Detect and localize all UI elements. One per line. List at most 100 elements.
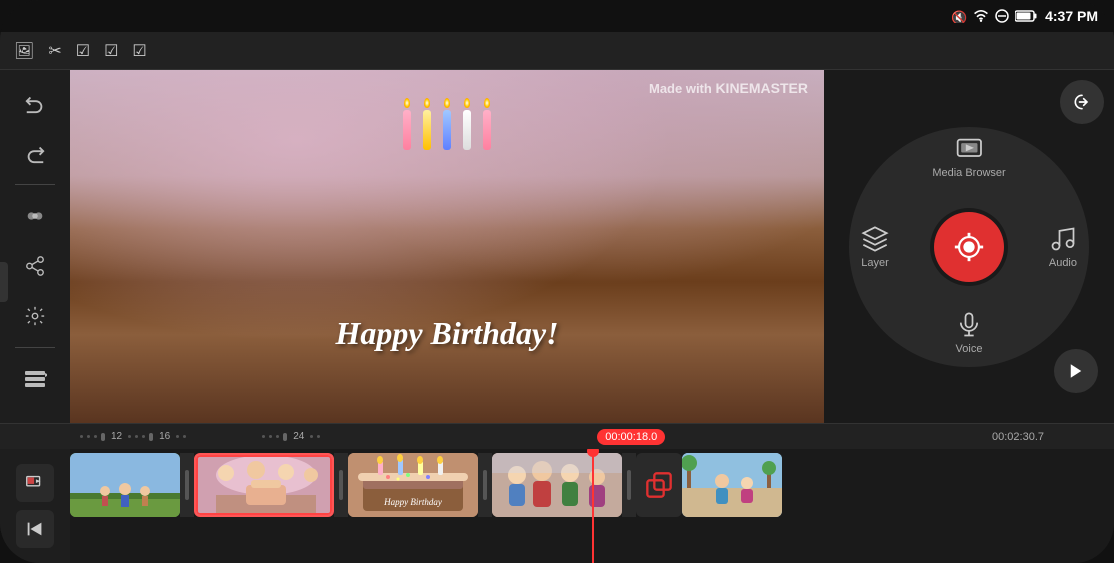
toolbar-check3-icon[interactable]: ☑: [132, 41, 146, 61]
sidebar-divider: [15, 184, 55, 185]
candle-flame-5: [484, 98, 490, 108]
rdot: [317, 435, 320, 438]
current-time-badge: 00:00:18.0: [597, 429, 665, 445]
rdot-large: [149, 433, 153, 441]
add-media-button[interactable]: [16, 464, 54, 502]
rdot: [262, 435, 265, 438]
clip-6[interactable]: 🖼: [682, 453, 782, 517]
toolbar-check1-icon[interactable]: ☑: [76, 41, 90, 61]
layer-label: Layer: [861, 257, 889, 269]
candle-3: [443, 98, 451, 150]
clip-2-visual: [196, 455, 334, 517]
candle-body-2: [423, 110, 431, 150]
track-clips: 🖼: [70, 453, 782, 517]
svg-text:Happy Birthday: Happy Birthday: [383, 497, 442, 507]
toolbar-trim-icon[interactable]: ✂: [48, 41, 61, 61]
clip-1[interactable]: 🖼: [70, 453, 180, 517]
audio-button[interactable]: Audio: [1049, 225, 1077, 269]
audio-label: Audio: [1049, 257, 1077, 269]
status-bar: 🔇 4:37 PM: [0, 0, 1114, 32]
rdot: [80, 435, 83, 438]
rdot: [276, 435, 279, 438]
watermark-prefix: Made with: [649, 81, 715, 96]
media-browser-label: Media Browser: [932, 167, 1005, 179]
redo-button[interactable]: [12, 130, 58, 176]
voice-button[interactable]: Voice: [955, 311, 983, 355]
timeline-area: 12 16 00:00:18.0 24: [0, 423, 1114, 563]
battery-icon: [1015, 10, 1037, 22]
rdot-large: [101, 433, 105, 441]
left-speaker: [0, 262, 8, 302]
right-panel: Media Browser Layer: [824, 70, 1114, 423]
candles: [403, 98, 491, 150]
exit-button[interactable]: [1060, 80, 1104, 124]
watermark-brand: KINEMASTER: [715, 80, 808, 96]
radial-menu: Media Browser Layer: [849, 127, 1089, 367]
timeline-tracks: 🖼: [0, 449, 1114, 563]
play-button[interactable]: [1054, 349, 1098, 393]
layers-panel-button[interactable]: [12, 356, 58, 402]
transition-button[interactable]: [12, 193, 58, 239]
candle-flame-2: [424, 98, 430, 108]
clip-2[interactable]: 🖼: [194, 453, 334, 517]
candle-body-5: [483, 110, 491, 150]
radial-center-button[interactable]: [934, 212, 1004, 282]
layer-button[interactable]: Layer: [861, 225, 889, 269]
playhead: [592, 449, 594, 563]
media-browser-button[interactable]: Media Browser: [932, 135, 1005, 179]
clip-separator-4: [622, 453, 636, 517]
wifi-icon: [973, 9, 989, 23]
happy-birthday-text: Happy Birthday!: [335, 315, 558, 352]
rdot: [176, 435, 179, 438]
rdot: [310, 435, 313, 438]
candle-1: [403, 98, 411, 150]
ruler-mark-24: 24: [293, 431, 304, 442]
candle-2: [423, 98, 431, 150]
toolbar-check2-icon[interactable]: ☑: [104, 41, 118, 61]
ruler-mark-12: 12: [111, 431, 122, 442]
rdot: [135, 435, 138, 438]
clip-separator-2: [334, 453, 348, 517]
rdot-large: [283, 433, 287, 441]
clip-3[interactable]: 🖼: [348, 453, 478, 517]
timeline-track-area: 🖼: [70, 449, 1114, 563]
candle-body-4: [463, 110, 471, 150]
candle-body-3: [443, 110, 451, 150]
device: 🔇 4:37 PM 🖼 ✂ ☑: [0, 0, 1114, 563]
top-toolbar: 🖼 ✂ ☑ ☑ ☑: [0, 32, 1114, 70]
watermark: Made with KINEMASTER: [649, 80, 808, 96]
rdot: [87, 435, 90, 438]
candle-4: [463, 98, 471, 150]
status-icons: 🔇: [951, 9, 1037, 23]
left-sidebar: [0, 70, 70, 423]
rdot: [269, 435, 272, 438]
main-area: Happy Birthday! Made with KINEMASTER: [0, 70, 1114, 423]
rdot: [142, 435, 145, 438]
clip-3-visual: Happy Birthday: [348, 453, 478, 517]
back-to-start-button[interactable]: [16, 510, 54, 548]
voice-label: Voice: [956, 343, 983, 355]
undo-button[interactable]: [12, 80, 58, 126]
candle-body-1: [403, 110, 411, 150]
settings-button[interactable]: [12, 293, 58, 339]
clip-separator-1: [180, 453, 194, 517]
status-time: 4:37 PM: [1045, 8, 1098, 24]
share-button[interactable]: [12, 243, 58, 289]
rdot: [128, 435, 131, 438]
total-time: 00:02:30.7: [974, 431, 1044, 443]
candle-flame-3: [444, 98, 450, 108]
clip-1-visual: [70, 453, 180, 517]
duplicate-icon: [645, 471, 673, 499]
candle-flame-1: [404, 98, 410, 108]
clip-4[interactable]: 🖼: [492, 453, 622, 517]
dnd-icon: [995, 9, 1009, 23]
rdot: [183, 435, 186, 438]
rdot: [94, 435, 97, 438]
timeline-left-controls: [0, 449, 70, 563]
candle-5: [483, 98, 491, 150]
clip-6-visual: [682, 453, 782, 517]
clip-5-duplicate[interactable]: [636, 453, 682, 517]
svg-text:🔇: 🔇: [951, 10, 967, 23]
toolbar-media-icon[interactable]: 🖼: [14, 41, 34, 61]
clip-separator-3: [478, 453, 492, 517]
